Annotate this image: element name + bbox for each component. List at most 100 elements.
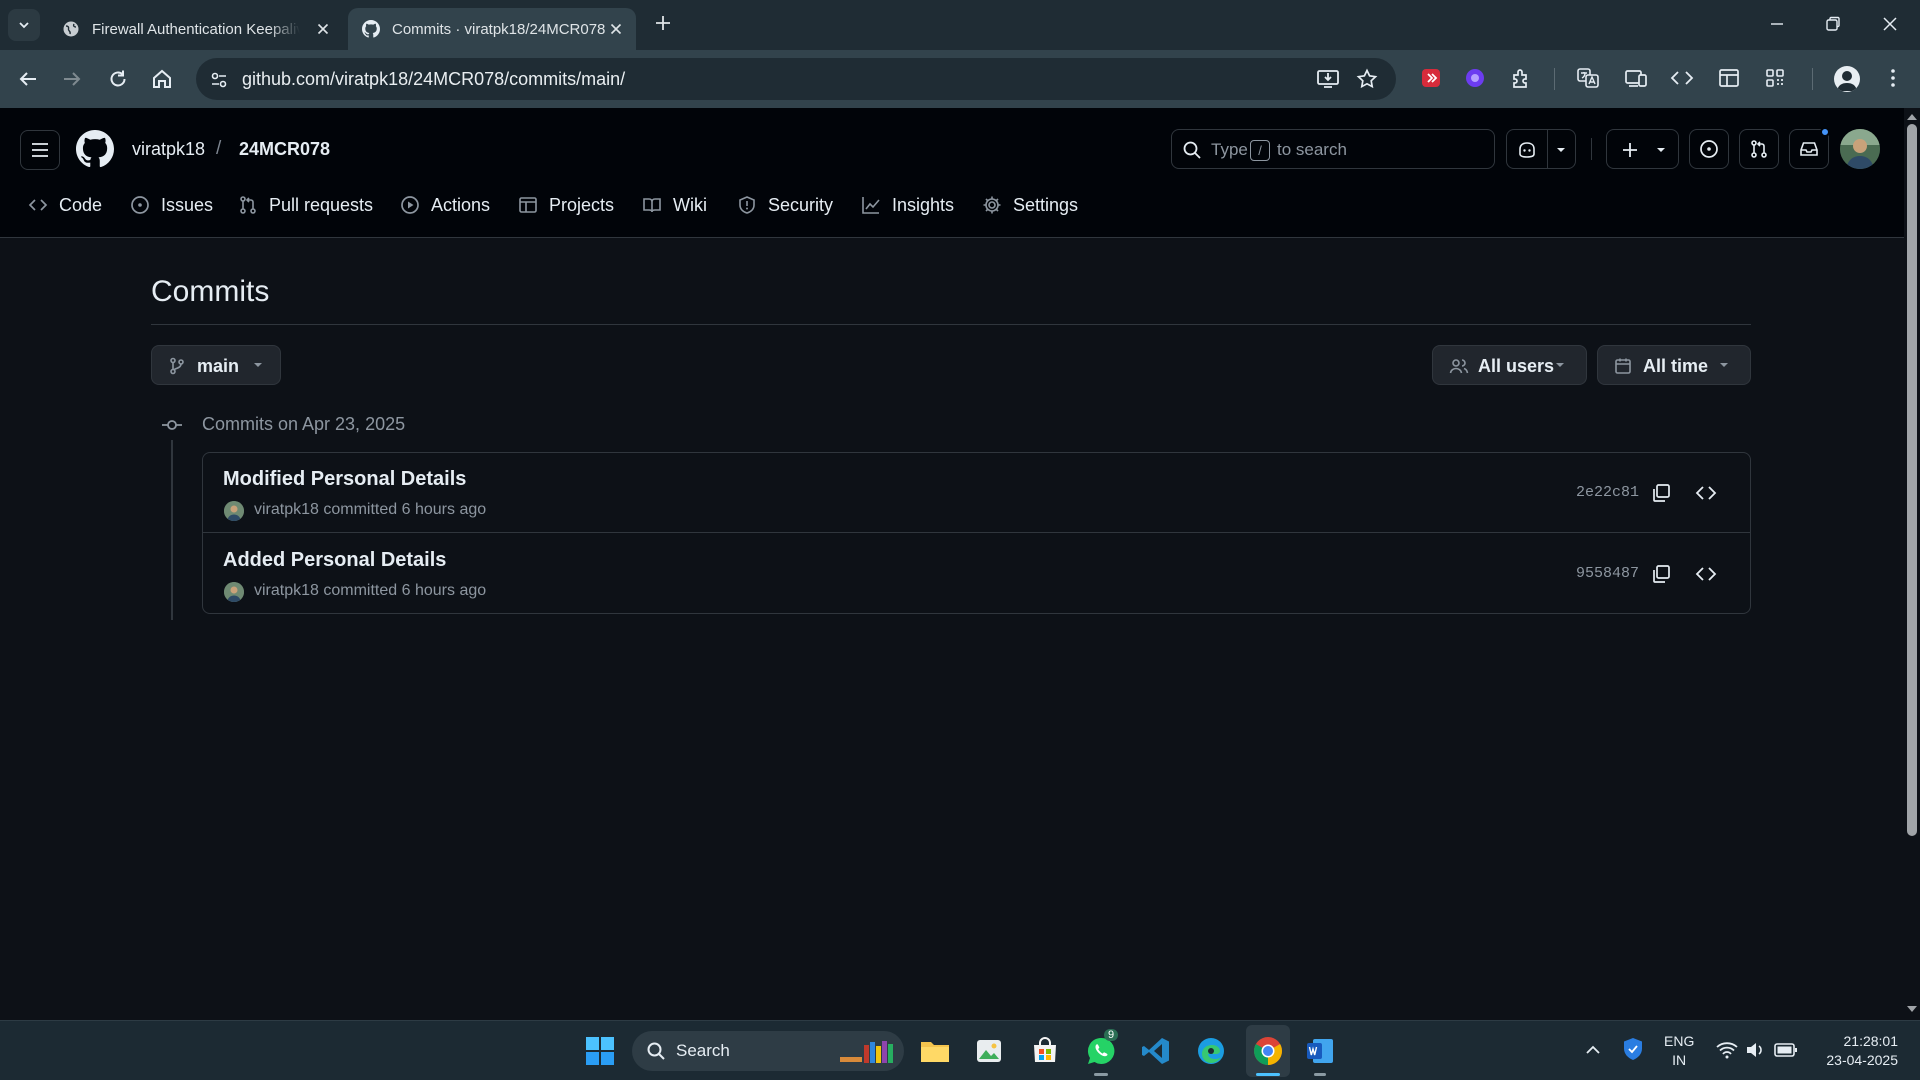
site-info-icon[interactable]: [208, 69, 230, 91]
tab-wiki[interactable]: Wiki: [642, 188, 707, 222]
grid-apps-icon[interactable]: [1764, 67, 1786, 89]
commit-message-link[interactable]: Modified Personal Details: [223, 468, 466, 491]
profile-avatar[interactable]: [1834, 66, 1860, 92]
extensions-puzzle-icon[interactable]: [1510, 67, 1532, 89]
users-filter-button[interactable]: All users: [1432, 345, 1587, 385]
close-icon[interactable]: [608, 21, 624, 37]
pull-request-icon: [1751, 140, 1767, 158]
copy-icon[interactable]: [1650, 563, 1672, 585]
kebab-menu-icon[interactable]: [1882, 67, 1904, 89]
commit-sha-link[interactable]: 9558487: [1576, 565, 1639, 582]
create-new-button[interactable]: [1606, 129, 1679, 169]
tab-projects[interactable]: Projects: [518, 188, 614, 222]
tab-label: Pull requests: [269, 194, 374, 215]
browser-tab-firewall[interactable]: Firewall Authentication Keepalive: [48, 8, 343, 50]
search-placeholder-suffix: to search: [1277, 140, 1347, 159]
scrollbar-thumb[interactable]: [1907, 124, 1917, 836]
system-clock[interactable]: 21:28:01 23-04-2025: [1808, 1032, 1898, 1070]
tab-security[interactable]: Security: [737, 188, 833, 222]
install-app-icon[interactable]: [1316, 68, 1340, 90]
forward-arrow-icon[interactable]: [60, 67, 84, 91]
start-button[interactable]: [580, 1031, 620, 1071]
avatar-image-icon: [1840, 129, 1880, 169]
browser-tab-commits[interactable]: Commits · viratpk18/24MCR078: [348, 8, 636, 50]
restore-icon[interactable]: [1822, 13, 1844, 35]
scroll-up-arrow-icon[interactable]: [1906, 112, 1918, 122]
commit-sha-link[interactable]: 2e22c81: [1576, 484, 1639, 501]
battery-icon[interactable]: [1774, 1042, 1798, 1058]
user-avatar[interactable]: [1840, 129, 1880, 169]
search-input[interactable]: Type / to search: [1171, 129, 1495, 169]
photos-app-button[interactable]: [969, 1031, 1009, 1071]
browser-tab-strip: Firewall Authentication Keepalive Commit…: [0, 0, 1920, 50]
taskbar: Search 9 ENG IN 21:28:01 23-04-2025: [0, 1020, 1920, 1080]
store-app-button[interactable]: [1025, 1031, 1065, 1071]
person-icon: [1837, 71, 1857, 91]
close-window-icon[interactable]: [1879, 13, 1901, 35]
globe-icon: [63, 21, 79, 37]
commit-author[interactable]: viratpk18: [254, 582, 319, 599]
pull-requests-button[interactable]: [1739, 129, 1779, 169]
global-nav-button[interactable]: [20, 130, 60, 170]
breadcrumb-repo[interactable]: 24MCR078: [239, 139, 330, 160]
commit-message-link[interactable]: Added Personal Details: [223, 549, 446, 572]
time-filter-button[interactable]: All time: [1597, 345, 1751, 385]
chevron-down-icon: [1657, 148, 1665, 152]
vscode-button[interactable]: [1136, 1031, 1176, 1071]
home-icon[interactable]: [150, 67, 174, 91]
breadcrumb-owner[interactable]: viratpk18: [132, 139, 205, 160]
tab-title: Commits · viratpk18/24MCR078: [392, 20, 606, 38]
folder-icon: [921, 1042, 949, 1062]
bookmark-star-icon[interactable]: [1356, 68, 1378, 90]
language-indicator[interactable]: ENG IN: [1664, 1032, 1694, 1070]
tab-code[interactable]: Code: [28, 188, 102, 222]
table-layout-icon[interactable]: [1718, 67, 1740, 89]
issue-icon: [1700, 140, 1718, 158]
extension-red-icon[interactable]: [1420, 67, 1442, 89]
tab-pull-requests[interactable]: Pull requests: [238, 188, 373, 222]
chevron-up-icon[interactable]: [1584, 1043, 1602, 1057]
commit-author[interactable]: viratpk18: [254, 501, 319, 518]
code-brackets-icon[interactable]: [1670, 67, 1694, 89]
address-bar[interactable]: github.com/viratpk18/24MCR078/commits/ma…: [196, 58, 1396, 100]
toolbar-separator: [1554, 68, 1555, 90]
tab-title: Firewall Authentication Keepalive: [92, 20, 300, 38]
region-code: IN: [1672, 1052, 1687, 1068]
chrome-button[interactable]: [1248, 1031, 1288, 1071]
devices-icon[interactable]: [1624, 67, 1648, 89]
copilot-button[interactable]: [1506, 129, 1576, 169]
browse-code-icon[interactable]: [1695, 563, 1717, 585]
new-tab-icon[interactable]: [652, 12, 674, 34]
toolbar-separator: [1812, 68, 1813, 90]
github-logo-icon[interactable]: [76, 130, 114, 168]
wifi-icon[interactable]: [1716, 1041, 1738, 1059]
volume-icon[interactable]: [1745, 1041, 1765, 1059]
defender-shield-icon[interactable]: [1622, 1037, 1644, 1061]
tab-insights[interactable]: Insights: [861, 188, 954, 222]
minimize-icon[interactable]: [1766, 13, 1788, 35]
git-commit-icon: [162, 420, 182, 430]
browse-code-icon[interactable]: [1695, 482, 1717, 504]
taskbar-search[interactable]: Search: [632, 1031, 904, 1071]
tab-search-button[interactable]: [8, 9, 40, 41]
scroll-down-arrow-icon[interactable]: [1906, 1004, 1918, 1014]
author-avatar[interactable]: [224, 582, 244, 602]
word-button[interactable]: [1300, 1031, 1340, 1071]
reload-icon[interactable]: [106, 67, 130, 91]
edge-button[interactable]: [1191, 1031, 1231, 1071]
tab-actions[interactable]: Actions: [400, 188, 490, 222]
extension-purple-icon[interactable]: [1464, 67, 1486, 89]
file-explorer-button[interactable]: [915, 1031, 955, 1071]
chevron-down-icon[interactable]: [1555, 145, 1567, 155]
back-arrow-icon[interactable]: [16, 67, 40, 91]
commit-row: Added Personal Details viratpk18 committ…: [203, 534, 1750, 614]
author-avatar[interactable]: [224, 501, 244, 521]
tab-issues[interactable]: Issues: [130, 188, 213, 222]
url-text[interactable]: github.com/viratpk18/24MCR078/commits/ma…: [242, 69, 625, 90]
close-icon[interactable]: [315, 21, 331, 37]
translate-icon[interactable]: [1576, 67, 1600, 89]
tab-settings[interactable]: Settings: [982, 188, 1078, 222]
branch-selector-button[interactable]: main: [151, 345, 281, 385]
copy-icon[interactable]: [1650, 482, 1672, 504]
issues-button[interactable]: [1689, 129, 1729, 169]
